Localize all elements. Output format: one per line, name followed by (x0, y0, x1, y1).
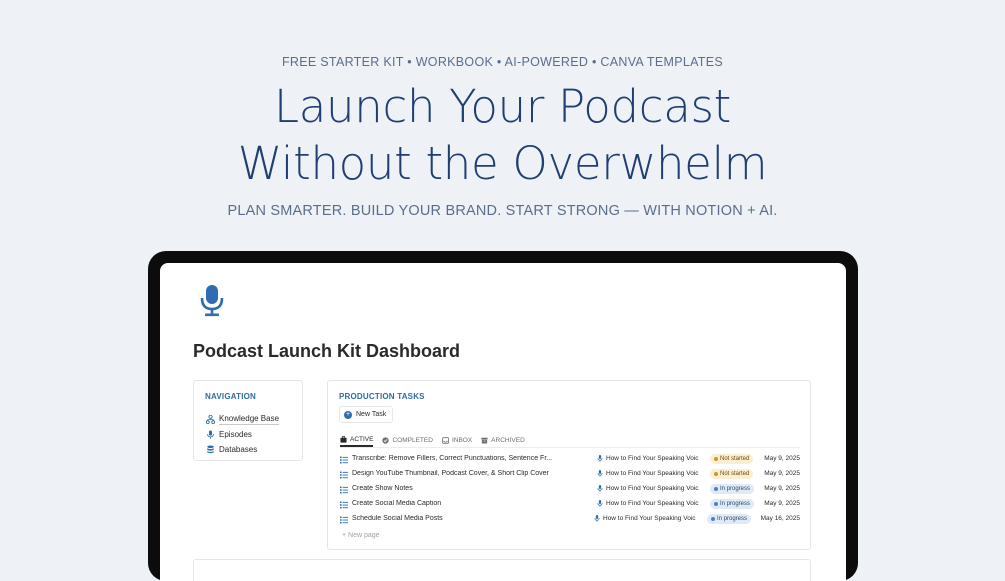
new-task-button[interactable]: + New Task (339, 406, 394, 423)
tab-active[interactable]: ACTIVE (340, 433, 374, 447)
status-dot (714, 502, 718, 506)
tab-completed[interactable]: COMPLETED (382, 433, 433, 447)
checklist-icon (340, 471, 348, 479)
status-label: In progress (717, 516, 748, 522)
microphone-icon (594, 515, 600, 522)
production-tasks-heading: PRODUCTION TASKS (339, 392, 425, 401)
episode-label: How to Find Your Speaking Voic (606, 500, 699, 507)
status-badge: In progress (707, 514, 752, 524)
briefcase-icon (340, 435, 347, 443)
database-icon (207, 445, 214, 453)
tab-inbox[interactable]: INBOX (442, 433, 472, 447)
notion-page: Podcast Launch Kit Dashboard NAVIGATION … (160, 263, 846, 581)
table-row[interactable]: Design YouTube Thumbnail, Podcast Cover,… (340, 469, 800, 482)
sitemap-icon (206, 414, 215, 424)
tab-label: COMPLETED (392, 436, 433, 444)
task-date: May 9, 2025 (764, 455, 800, 462)
episode-label: How to Find Your Speaking Voic (606, 470, 699, 477)
task-episode[interactable]: How to Find Your Speaking Voic (597, 485, 707, 492)
table-row[interactable]: Create Show Notes How to Find Your Speak… (340, 484, 800, 497)
production-tasks-callout: PRODUCTION TASKS + New Task ACTIVE COMPL… (327, 380, 811, 550)
checklist-icon (340, 501, 348, 509)
hero-title-line-2: Without the Overwhelm (237, 137, 768, 190)
tab-label: INBOX (451, 436, 473, 444)
status-label: In progress (720, 501, 751, 507)
laptop-frame: Podcast Launch Kit Dashboard NAVIGATION … (148, 251, 858, 581)
status-dot (714, 472, 718, 476)
nav-link-databases[interactable]: Databases (206, 442, 257, 456)
navigation-callout: NAVIGATION Knowledge Base Episodes Datab… (193, 380, 303, 461)
task-date: May 9, 2025 (764, 470, 800, 477)
table-row[interactable]: Transcribe: Remove Fillers, Correct Punc… (340, 454, 800, 467)
task-title: Create Show Notes (352, 485, 413, 492)
checklist-icon (340, 456, 348, 464)
task-episode[interactable]: How to Find Your Speaking Voic (597, 470, 707, 477)
task-episode[interactable]: How to Find Your Speaking Voic (597, 500, 707, 507)
task-title: Create Social Media Caption (352, 500, 442, 507)
status-label: Not started (720, 471, 750, 477)
table-row[interactable]: Schedule Social Media Posts How to Find … (340, 514, 800, 527)
task-date: May 9, 2025 (764, 485, 800, 492)
nav-link-knowledge-base[interactable]: Knowledge Base (206, 412, 280, 426)
lower-callout (193, 559, 811, 581)
microphone-icon (200, 285, 224, 317)
page-title: Podcast Launch Kit Dashboard (193, 341, 461, 361)
status-badge: Not started (710, 469, 754, 479)
task-title: Design YouTube Thumbnail, Podcast Cover,… (352, 470, 549, 477)
hero-subtitle: PLAN SMARTER. BUILD YOUR BRAND. START ST… (227, 203, 778, 219)
microphone-icon (597, 470, 603, 477)
hero-title-line-1: Launch Your Podcast (274, 80, 731, 133)
archive-icon (481, 437, 488, 443)
microphone-icon (597, 500, 603, 507)
task-episode[interactable]: How to Find Your Speaking Voic (594, 515, 704, 522)
episode-label: How to Find Your Speaking Voic (606, 485, 699, 492)
nav-link-label: Episodes (219, 429, 252, 439)
table-row[interactable]: Create Social Media Caption How to Find … (340, 499, 800, 512)
plus-circle-icon: + (344, 410, 352, 419)
microphone-icon (597, 455, 603, 462)
tab-archived[interactable]: ARCHIVED (481, 433, 525, 447)
episode-label: How to Find Your Speaking Voic (603, 515, 696, 522)
episode-label: How to Find Your Speaking Voic (606, 455, 699, 462)
hero-tagline: FREE STARTER KIT • WORKBOOK • AI-POWERED… (281, 55, 724, 69)
checklist-icon (340, 516, 348, 524)
microphone-icon (597, 485, 603, 492)
task-date: May 9, 2025 (764, 500, 800, 507)
status-badge: In progress (710, 484, 755, 494)
tab-label: ARCHIVED (491, 436, 525, 444)
checklist-icon (340, 486, 348, 494)
status-label: In progress (720, 486, 751, 492)
status-badge: In progress (710, 499, 755, 509)
task-date: May 16, 2025 (760, 515, 800, 522)
microphone-icon (207, 429, 214, 439)
task-episode[interactable]: How to Find Your Speaking Voic (597, 455, 707, 462)
task-view-tabs: ACTIVE COMPLETED INBOX ARCHIVED (340, 433, 800, 448)
status-dot (714, 457, 718, 461)
tab-label: ACTIVE (350, 435, 374, 443)
nav-link-label: Databases (219, 444, 258, 454)
status-label: Not started (720, 456, 750, 462)
nav-link-label: Knowledge Base (219, 413, 280, 425)
inbox-icon (442, 436, 449, 444)
check-circle-icon (382, 436, 390, 444)
new-task-label: New Task (356, 411, 387, 418)
nav-link-episodes[interactable]: Episodes (206, 427, 252, 441)
task-title: Schedule Social Media Posts (352, 515, 443, 522)
hero-title: Launch Your Podcast Without the Overwhel… (0, 78, 1005, 192)
new-page-button[interactable]: + New page (342, 532, 380, 539)
new-page-label: New page (348, 532, 380, 539)
task-title: Transcribe: Remove Fillers, Correct Punc… (352, 455, 553, 462)
status-dot (711, 517, 715, 521)
status-badge: Not started (710, 454, 754, 464)
navigation-heading: NAVIGATION (205, 392, 257, 401)
status-dot (714, 487, 718, 491)
